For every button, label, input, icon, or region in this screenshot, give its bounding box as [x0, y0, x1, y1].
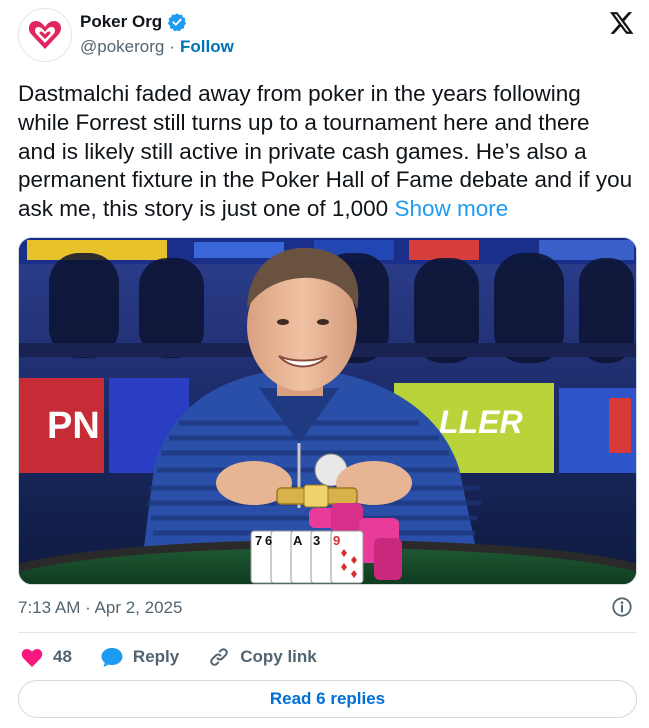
verified-badge-icon: [168, 13, 187, 32]
tweet-photo[interactable]: PN LLER 7 6 A 3 9: [18, 237, 637, 585]
like-count: 48: [53, 647, 72, 666]
tweet-header: Poker Org @pokerorg · Follow: [18, 8, 638, 64]
tweet-timestamp[interactable]: 7:13 AM · Apr 2, 2025: [18, 598, 182, 618]
banner-text-left: PN: [47, 405, 100, 447]
show-more-link[interactable]: Show more: [394, 196, 508, 221]
info-icon[interactable]: [611, 596, 633, 618]
follow-button[interactable]: Follow: [180, 37, 234, 57]
action-bar: 48 Reply Copy link: [20, 644, 345, 670]
card-label: A: [293, 533, 303, 548]
banner-text-right: LLER: [439, 404, 523, 440]
heart-logo-icon: [28, 21, 62, 49]
separator: ·: [169, 37, 176, 56]
heart-icon: [21, 648, 43, 667]
card-label: 6: [265, 533, 272, 548]
read-replies-button[interactable]: Read 6 replies: [18, 680, 637, 718]
avatar[interactable]: [18, 8, 72, 62]
handle[interactable]: @pokerorg: [80, 37, 164, 57]
card-label: 7: [255, 533, 262, 548]
display-name[interactable]: Poker Org: [80, 12, 162, 32]
like-button[interactable]: 48: [20, 646, 72, 668]
copy-link-button[interactable]: Copy link: [207, 645, 317, 669]
photo-illustration: PN LLER 7 6 A 3 9: [19, 238, 636, 584]
author-names: Poker Org @pokerorg · Follow: [80, 12, 234, 57]
divider: [18, 632, 637, 633]
reply-label: Reply: [132, 647, 180, 666]
reply-icon: [101, 648, 123, 667]
link-icon: [210, 648, 228, 666]
reply-button[interactable]: Reply: [100, 646, 179, 668]
copy-link-label: Copy link: [240, 647, 317, 666]
card-label: 9: [333, 533, 340, 548]
tweet-text: Dastmalchi faded away from poker in the …: [18, 80, 633, 224]
x-logo-icon[interactable]: [608, 10, 634, 36]
card-label: 3: [313, 533, 320, 548]
tweet-body: Dastmalchi faded away from poker in the …: [18, 81, 633, 222]
